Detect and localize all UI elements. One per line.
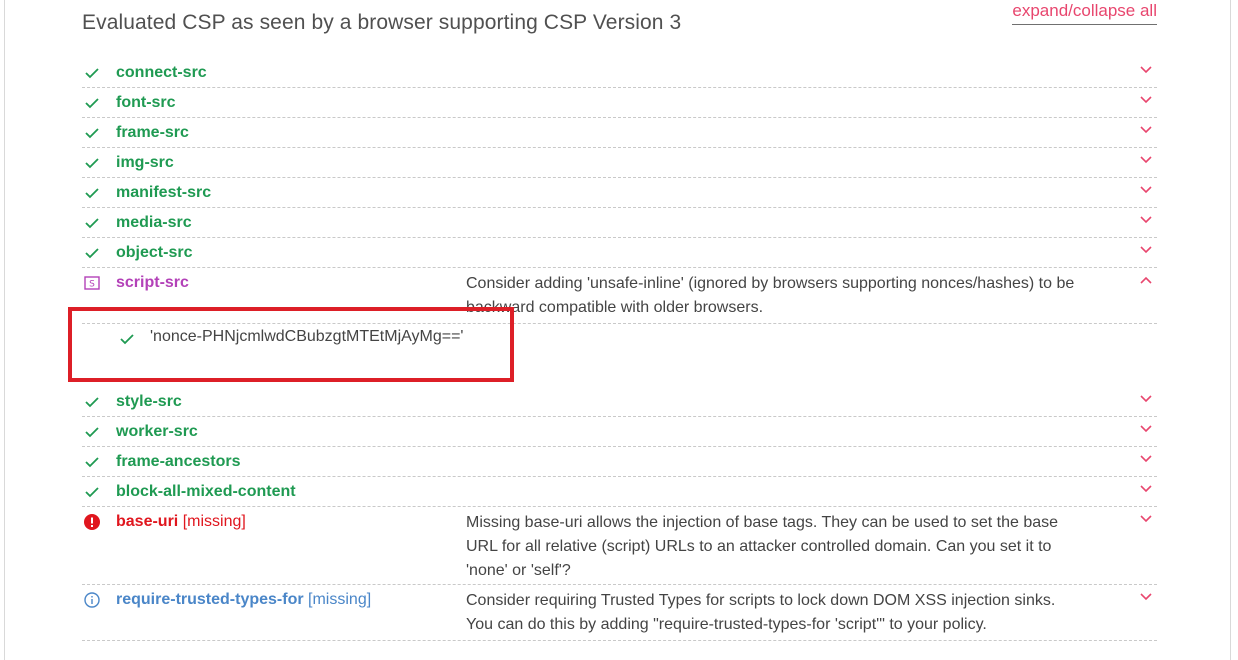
page-title: Evaluated CSP as seen by a browser suppo… — [82, 11, 682, 34]
directive-name: connect-src — [116, 64, 207, 81]
directive-row-manifest-src[interactable]: manifest-src — [82, 178, 1157, 208]
chevron-down-icon[interactable] — [1139, 391, 1153, 403]
directive-row-font-src[interactable]: font-src — [82, 88, 1157, 118]
directive-row-object-src[interactable]: object-src — [82, 238, 1157, 268]
chevron-down-icon[interactable] — [1139, 122, 1153, 134]
chevron-up-icon[interactable] — [1139, 272, 1153, 284]
right-border — [1230, 0, 1231, 660]
info-icon — [84, 592, 100, 608]
chevron-down-icon[interactable] — [1139, 212, 1153, 224]
check-icon — [84, 394, 100, 410]
directive-name: base-uri — [116, 513, 179, 530]
chevron-down-icon[interactable] — [1139, 92, 1153, 104]
check-icon — [84, 155, 100, 171]
directive-row-img-src[interactable]: img-src — [82, 148, 1157, 178]
check-icon — [84, 65, 100, 81]
directive-row-media-src[interactable]: media-src — [82, 208, 1157, 238]
highlight-box — [68, 307, 514, 382]
directive-name: worker-src — [116, 423, 198, 440]
directive-row-frame-ancestors[interactable]: frame-ancestors — [82, 447, 1157, 477]
chevron-down-icon[interactable] — [1139, 152, 1153, 164]
check-icon — [84, 185, 100, 201]
directive-name: media-src — [116, 214, 192, 231]
check-icon — [84, 245, 100, 261]
check-icon — [84, 125, 100, 141]
chevron-down-icon[interactable] — [1139, 481, 1153, 493]
chevron-down-icon[interactable] — [1139, 182, 1153, 194]
directive-row-style-src[interactable]: style-src — [82, 387, 1157, 417]
missing-label: [missing] — [308, 591, 372, 608]
directive-description: Consider adding 'unsafe-inline' (ignored… — [466, 275, 1075, 316]
check-icon — [84, 95, 100, 111]
directive-name: img-src — [116, 154, 174, 171]
directive-name: block-all-mixed-content — [116, 483, 296, 500]
directive-name: script-src — [116, 274, 189, 291]
chevron-down-icon[interactable] — [1139, 421, 1153, 433]
chevron-down-icon[interactable] — [1139, 511, 1153, 523]
chevron-down-icon[interactable] — [1139, 451, 1153, 463]
directive-name: font-src — [116, 94, 176, 111]
directive-name: require-trusted-types-for — [116, 591, 304, 608]
directive-row-frame-src[interactable]: frame-src — [82, 118, 1157, 148]
svg-text:S: S — [89, 280, 95, 290]
missing-label: [missing] — [182, 513, 246, 530]
check-icon — [84, 454, 100, 470]
script-info-icon: S — [84, 275, 100, 291]
directive-name: style-src — [116, 393, 182, 410]
directive-name: frame-src — [116, 124, 189, 141]
expand-collapse-all-link[interactable]: expand/collapse all — [1012, 1, 1157, 25]
check-icon — [84, 215, 100, 231]
directive-name: manifest-src — [116, 184, 212, 201]
directive-name-wrapper: require-trusted-types-for [missing] — [116, 591, 371, 609]
chevron-down-icon[interactable] — [1139, 62, 1153, 74]
check-icon — [84, 424, 100, 440]
chevron-down-icon[interactable] — [1139, 589, 1153, 601]
error-icon — [84, 514, 100, 530]
left-border — [4, 0, 5, 660]
directive-name: object-src — [116, 244, 193, 261]
directive-row-connect-src[interactable]: connect-src — [82, 58, 1157, 88]
directive-name-wrapper: base-uri [missing] — [116, 513, 246, 531]
directive-name: frame-ancestors — [116, 453, 241, 470]
directive-row-base-uri[interactable]: base-uri [missing] Missing base-uri allo… — [82, 507, 1157, 585]
chevron-down-icon[interactable] — [1139, 242, 1153, 254]
check-icon — [84, 484, 100, 500]
directive-row-worker-src[interactable]: worker-src — [82, 417, 1157, 447]
directive-row-block-all-mixed-content[interactable]: block-all-mixed-content — [82, 477, 1157, 507]
directive-description: Missing base-uri allows the injection of… — [466, 514, 1059, 579]
directive-row-require-trusted-types-for[interactable]: require-trusted-types-for [missing] Cons… — [82, 585, 1157, 641]
directive-description: Consider requiring Trusted Types for scr… — [466, 592, 1056, 633]
